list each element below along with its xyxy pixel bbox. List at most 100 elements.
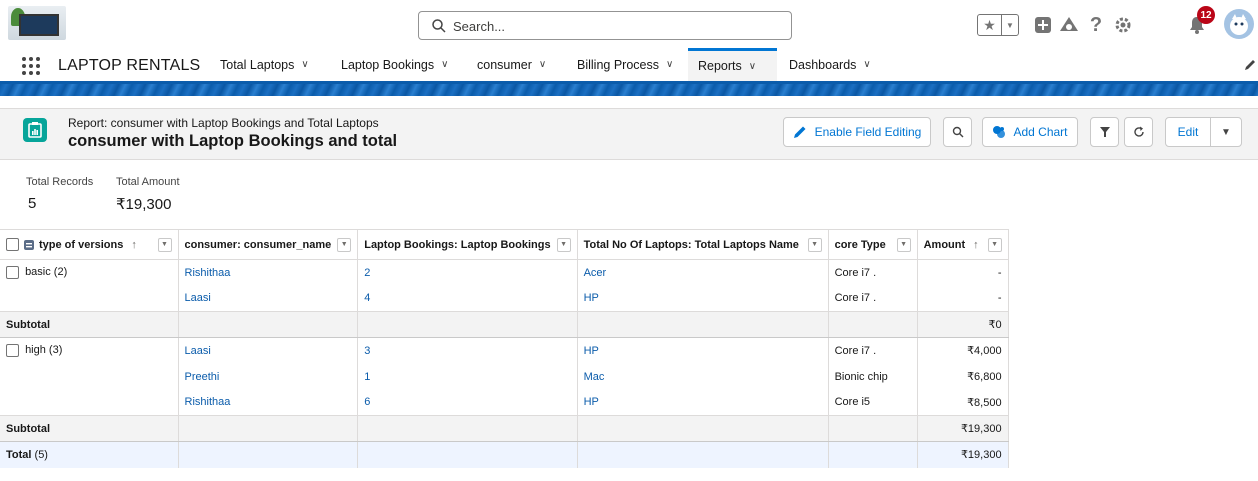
consumer-link[interactable]: Preethi (185, 371, 220, 383)
column-menu-icon[interactable]: ▼ (987, 237, 1002, 252)
consumer-link[interactable]: Rishithaa (185, 267, 231, 279)
tab-label: consumer (477, 57, 532, 72)
column-menu-icon[interactable]: ▼ (337, 237, 352, 252)
column-header[interactable]: type of versions ↑ ▼ (0, 229, 179, 260)
consumer-link[interactable]: Laasi (185, 345, 211, 357)
tab-laptop-bookings[interactable]: Laptop Bookings ∨ (341, 48, 448, 81)
core-type-cell: Bionic chip (828, 363, 918, 390)
column-menu-icon[interactable]: ▼ (157, 237, 172, 252)
tab-reports[interactable]: Reports ∨ (688, 48, 777, 81)
tab-total-laptops[interactable]: Total Laptops ∨ (220, 48, 309, 81)
subtotal-label: Subtotal (0, 415, 179, 442)
app-logo[interactable] (8, 6, 66, 40)
column-menu-icon[interactable]: ▼ (556, 237, 571, 252)
chevron-down-icon[interactable]: ∨ (749, 61, 756, 72)
report-subtitle: Report: consumer with Laptop Bookings an… (68, 116, 379, 130)
search-report-button[interactable] (943, 117, 972, 147)
laptop-link[interactable]: HP (584, 292, 599, 304)
avatar[interactable] (1224, 9, 1254, 39)
tab-label: Total Laptops (220, 57, 295, 72)
help-icon[interactable]: ? (1084, 13, 1108, 37)
laptop-link[interactable]: HP (584, 396, 599, 408)
group-checkbox[interactable] (6, 344, 19, 357)
booking-link[interactable]: 2 (364, 267, 370, 279)
amount-cell: - (917, 259, 1009, 286)
column-header-label: core Type (834, 238, 886, 251)
core-type-cell: Core i5 (828, 389, 918, 416)
chevron-down-icon[interactable]: ∨ (301, 59, 308, 70)
group-cell: basic (2) (0, 259, 179, 312)
group-icon (24, 239, 34, 250)
laptop-link[interactable]: Acer (584, 267, 607, 279)
search-placeholder: Search... (453, 19, 506, 34)
group-checkbox[interactable] (6, 266, 19, 279)
core-type-cell: Core i7 . (828, 285, 918, 312)
edit-label: Edit (1177, 125, 1199, 139)
amount-cell: ₹4,000 (917, 337, 1009, 364)
column-menu-icon[interactable]: ▼ (896, 237, 911, 252)
chevron-down-icon[interactable]: ∨ (863, 59, 870, 70)
column-header[interactable]: core Type ▼ (828, 229, 918, 260)
tab-dashboards[interactable]: Dashboards ∨ (789, 48, 871, 81)
column-header-label: Laptop Bookings: Laptop Bookings (364, 238, 551, 251)
trailhead-icon[interactable] (1057, 13, 1081, 37)
chevron-down-icon[interactable]: ∨ (666, 59, 673, 70)
amount-cell: - (917, 285, 1009, 312)
total-amount-value: ₹19,300 (116, 196, 172, 213)
tab-label: Dashboards (789, 57, 857, 72)
consumer-link[interactable]: Laasi (185, 292, 211, 304)
column-header[interactable]: Total No Of Laptops: Total Laptops Name ▼ (577, 229, 829, 260)
report-icon (23, 118, 47, 142)
report-table: type of versions ↑ ▼ consumer: consumer_n… (0, 229, 1009, 468)
filter-button[interactable] (1090, 117, 1119, 147)
report-title: consumer with Laptop Bookings and total (68, 132, 398, 150)
table-row: high (3) Laasi 3 HP Core i7 . ₹4,000 (0, 337, 1009, 416)
core-type-cell: Core i7 . (828, 259, 918, 286)
total-count: (5) (34, 448, 48, 461)
tab-label: Laptop Bookings (341, 57, 435, 72)
booking-link[interactable]: 4 (364, 292, 370, 304)
column-header[interactable]: Amount ↑ ▼ (917, 229, 1009, 260)
tab-billing-process[interactable]: Billing Process ∨ (577, 48, 673, 81)
global-header: Search... ★ ▼ ? 12 (0, 0, 1258, 46)
total-amount-label: Total Amount (116, 176, 180, 188)
edit-menu-button[interactable]: ▼ (1210, 117, 1242, 147)
booking-link[interactable]: 6 (364, 396, 370, 408)
star-icon[interactable]: ★ (978, 15, 1002, 35)
laptop-link[interactable]: HP (584, 345, 599, 357)
subtotal-amount: ₹19,300 (917, 415, 1009, 442)
core-type-cell: Core i7 . (828, 337, 918, 364)
column-header[interactable]: Laptop Bookings: Laptop Bookings ▼ (357, 229, 578, 260)
app-launcher-icon[interactable] (22, 57, 40, 75)
favorites-group[interactable]: ★ ▼ (977, 14, 1019, 36)
search-input[interactable]: Search... (418, 11, 792, 40)
group-label: high (3) (25, 344, 63, 357)
chevron-down-icon[interactable]: ▼ (1002, 15, 1018, 35)
chevron-down-icon: ▼ (1221, 126, 1231, 138)
plus-icon[interactable] (1031, 13, 1055, 37)
sort-ascending-icon[interactable]: ↑ (973, 239, 979, 251)
tab-label: Billing Process (577, 57, 659, 72)
tab-consumer[interactable]: consumer ∨ (477, 48, 546, 81)
column-header[interactable]: consumer: consumer_name ▼ (178, 229, 359, 260)
column-menu-icon[interactable]: ▼ (807, 237, 822, 252)
subtotal-label: Subtotal (0, 311, 179, 338)
refresh-button[interactable] (1124, 117, 1153, 147)
select-all-checkbox[interactable] (6, 238, 19, 251)
gear-icon[interactable] (1111, 13, 1135, 37)
chevron-down-icon[interactable]: ∨ (539, 59, 546, 70)
table-row: basic (2) Rishithaa 2 Acer Core i7 . - (0, 259, 1009, 312)
pencil-icon[interactable] (1243, 58, 1257, 72)
chevron-down-icon[interactable]: ∨ (441, 59, 448, 70)
booking-link[interactable]: 3 (364, 345, 370, 357)
add-chart-button[interactable]: Add Chart (982, 117, 1078, 147)
sort-ascending-icon[interactable]: ↑ (131, 239, 137, 251)
laptop-link[interactable]: Mac (584, 371, 605, 383)
group-label: basic (2) (25, 266, 68, 279)
edit-button[interactable]: Edit (1165, 117, 1211, 147)
consumer-link[interactable]: Rishithaa (185, 396, 231, 408)
booking-link[interactable]: 1 (364, 371, 370, 383)
enable-field-editing-button[interactable]: Enable Field Editing (783, 117, 931, 147)
column-header-label: Amount (923, 238, 966, 251)
total-records-value: 5 (28, 195, 37, 212)
